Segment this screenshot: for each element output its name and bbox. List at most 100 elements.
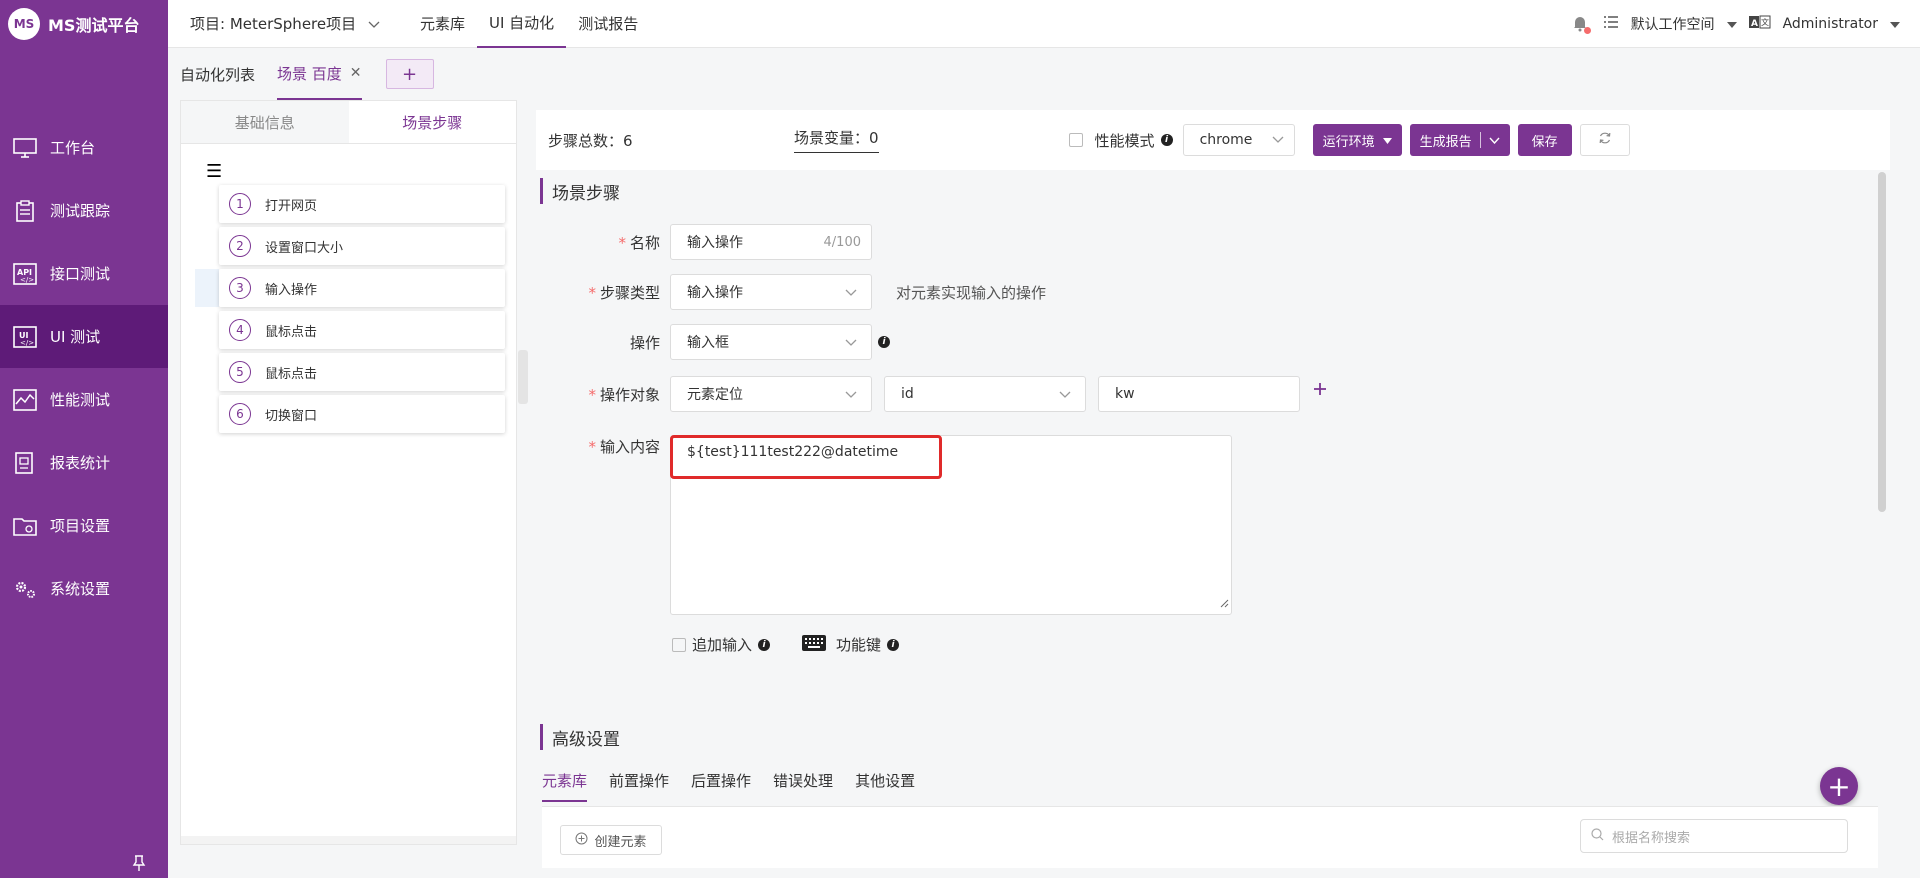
sidebar-item-reports[interactable]: 报表统计 [0,431,168,494]
add-tab-button[interactable]: + [385,59,434,89]
sidebar-item-label: 报表统计 [50,454,111,472]
step-type-select[interactable]: 输入操作 [670,274,872,310]
svg-text:文: 文 [1761,17,1769,27]
sidebar-item-performance[interactable]: 性能测试 [0,368,168,431]
step-item[interactable]: 1 打开网页 [219,185,505,223]
logo-mark: MS [8,8,40,40]
menu-test-report[interactable]: 测试报告 [566,0,650,48]
chevron-down-icon [845,285,857,301]
step-item[interactable]: 6 切换窗口 [219,395,505,433]
add-floating-button[interactable]: + [1820,767,1858,805]
generate-report-button[interactable]: 生成报告 [1409,124,1510,156]
sidebar-item-system-settings[interactable]: 系统设置 [0,557,168,620]
language-icon[interactable]: A文 [1748,15,1771,33]
create-element-button[interactable]: 创建元素 [560,825,662,855]
sidebar-item-label: 项目设置 [50,517,111,535]
performance-mode-checkbox[interactable] [1068,133,1083,147]
tab-other-settings[interactable]: 其他设置 [855,770,915,802]
menu-icon[interactable]: ☰ [206,161,222,182]
locator-value: kw [1115,386,1135,402]
plus-circle-icon [575,832,588,849]
tab-automation-list[interactable]: 自动化列表 [180,48,255,100]
tab-scene-baidu[interactable]: 场景 百度 ✕ [277,48,362,100]
panel-splitter-handle[interactable] [518,350,528,404]
step-detail-panel: 场景步骤 * 名称 输入操作 4/100 * 步骤类型 输入操作 对元素实现输入的操… [540,172,1886,868]
chevron-down-icon [1272,132,1284,148]
chevron-down-icon [1059,387,1071,403]
locator-type-select[interactable]: id [884,376,1086,412]
user-menu[interactable]: Administrator [1783,16,1878,32]
svg-text:</>: </> [20,339,34,347]
operation-select[interactable]: 输入框 [670,324,872,360]
section-title-scene-steps: 场景步骤 [540,178,620,204]
step-item[interactable]: 2 设置窗口大小 [219,227,505,265]
left-panel-tabs: 基础信息 场景步骤 [181,101,516,144]
horizontal-scrollbar[interactable] [181,836,516,844]
step-item[interactable]: 5 鼠标点击 [219,353,505,391]
resize-handle-icon[interactable] [1219,596,1229,612]
step-type-value: 输入操作 [687,285,743,301]
scene-left-panel: 基础信息 场景步骤 ☰ 1 打开网页 2 设置窗口大小 3 输入操作 4 鼠标点… [180,100,517,845]
close-icon[interactable]: ✕ [350,65,362,81]
step-number: 1 [229,193,251,215]
tab-post-operation[interactable]: 后置操作 [691,770,751,802]
step-item[interactable]: 4 鼠标点击 [219,311,505,349]
locator-value-input[interactable]: kw [1098,376,1300,412]
page-tabs: 自动化列表 场景 百度 ✕ + [168,48,1920,100]
api-icon: API </> [12,262,38,285]
content-label: * 输入内容 [540,436,660,457]
logo-text: MS测试平台 [48,16,140,35]
bell-icon[interactable] [1571,14,1591,34]
project-selector[interactable]: 项目: MeterSphere项目 [168,13,408,34]
step-total: 步骤总数：6 [548,131,633,150]
menu-ui-automation[interactable]: UI 自动化 [477,0,567,48]
sidebar-item-test-track[interactable]: 测试跟踪 [0,179,168,242]
info-icon: i [887,638,900,651]
sidebar-item-workbench[interactable]: 工作台 [0,116,168,179]
step-label: 鼠标点击 [265,366,318,382]
sidebar-item-label: 性能测试 [50,391,111,409]
section-title-text: 场景步骤 [552,183,620,204]
refresh-button[interactable] [1579,124,1630,156]
chart-icon [12,388,38,411]
function-key-label[interactable]: 功能键 [836,634,881,655]
app-logo[interactable]: MS MS测试平台 [0,0,168,48]
scene-variables-link[interactable]: 场景变量：0 [794,127,879,153]
step-item[interactable]: 3 输入操作 [219,269,505,307]
sidebar-item-label: 接口测试 [50,265,111,283]
step-label: 设置窗口大小 [265,240,344,256]
target-locator-select[interactable]: 元素定位 [670,376,872,412]
caret-down-icon [1726,16,1737,32]
tab-error-handling[interactable]: 错误处理 [773,770,833,802]
menu-element-library[interactable]: 元素库 [408,0,477,48]
add-locator-icon[interactable] [1312,381,1328,401]
save-button[interactable]: 保存 [1517,124,1572,156]
browser-value: chrome [1199,132,1253,148]
top-bar: 项目: MeterSphere项目 元素库 UI 自动化 测试报告 默认工作空间… [168,0,1920,48]
info-icon: i [758,638,771,651]
step-number: 4 [229,319,251,341]
step-label: 输入操作 [265,282,318,298]
sidebar-item-api-test[interactable]: API </> 接口测试 [0,242,168,305]
run-environment-button[interactable]: 运行环境 [1312,124,1402,156]
notification-dot [1583,27,1591,34]
append-input-checkbox[interactable] [672,637,686,652]
content-label-text: 输入内容 [599,438,660,456]
tab-basic-info[interactable]: 基础信息 [181,101,349,143]
tab-element-library[interactable]: 元素库 [542,770,588,802]
sidebar-item-project-settings[interactable]: 项目设置 [0,494,168,557]
sidebar-item-ui-test[interactable]: UI </> UI 测试 [0,305,168,368]
tab-scene-steps[interactable]: 场景步骤 [348,101,516,143]
element-search-input[interactable]: 根据名称搜索 [1580,819,1848,853]
step-number: 3 [229,277,251,299]
tab-pre-operation[interactable]: 前置操作 [609,770,669,802]
name-input[interactable]: 输入操作 4/100 [670,224,872,260]
pin-icon[interactable] [130,854,148,872]
info-icon: i [878,336,890,348]
workspace-selector[interactable]: 默认工作空间 [1631,14,1715,34]
browser-select[interactable]: chrome [1182,124,1295,156]
svg-text:A: A [1751,19,1758,29]
chevron-down-icon[interactable] [1489,133,1500,148]
vertical-scrollbar[interactable] [1878,172,1886,512]
caret-down-icon [1890,16,1900,32]
